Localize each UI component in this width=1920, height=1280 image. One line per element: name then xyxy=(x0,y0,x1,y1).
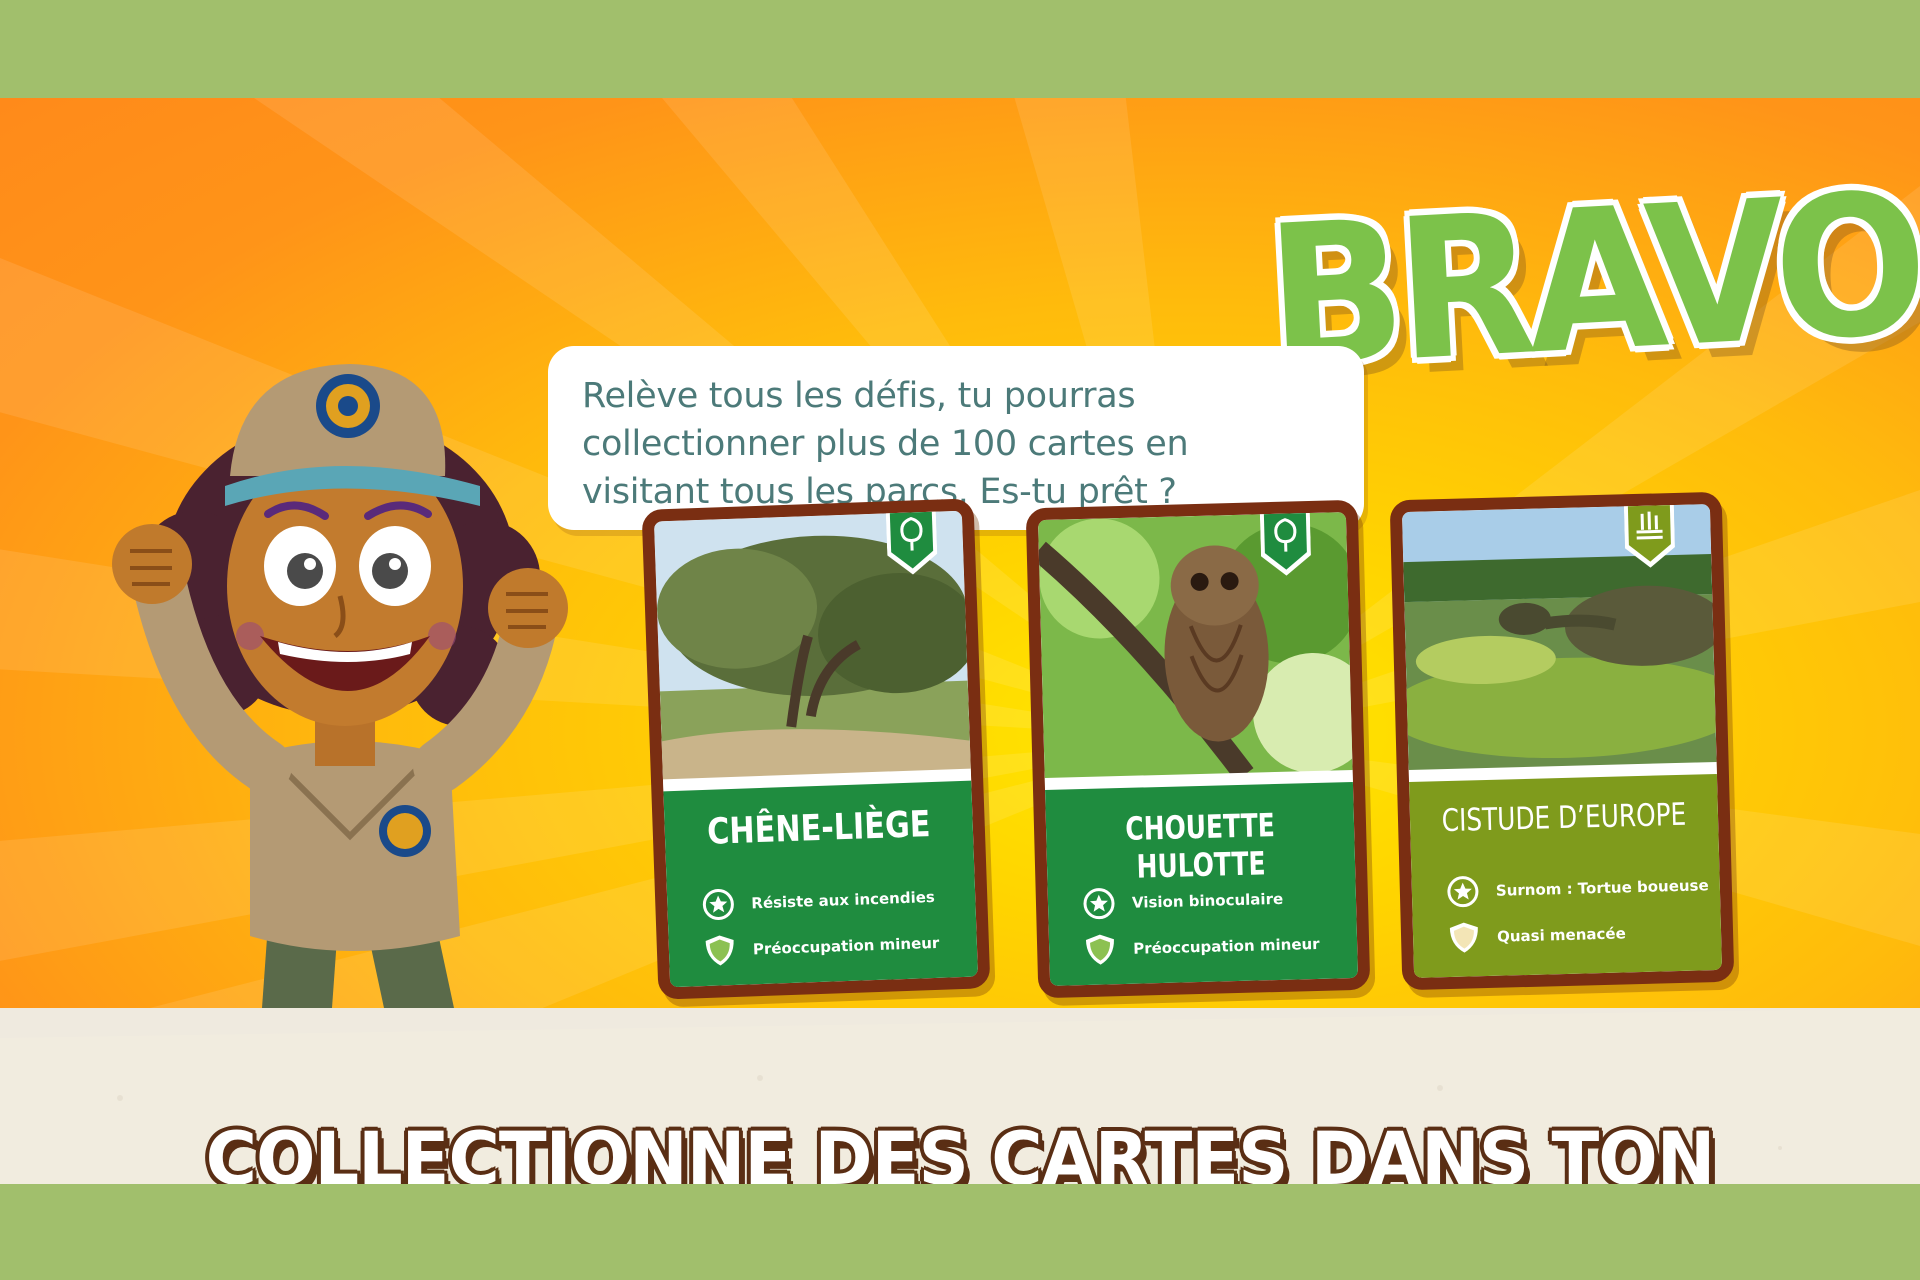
tree-badge-icon xyxy=(1259,508,1311,576)
sunburst-background: BRAVO ! Relève tous les défis, tu pourra… xyxy=(0,98,1920,1028)
card-info: CHOUETTE HULOTTE Vision binoculaire Préo… xyxy=(1045,781,1359,986)
card-trait: Résiste aux incendies xyxy=(695,877,966,924)
collection-card-chouette-hulotte[interactable]: CHOUETTE HULOTTE Vision binoculaire Préo… xyxy=(1025,499,1371,999)
star-icon xyxy=(702,889,734,921)
shield-icon xyxy=(1449,922,1478,953)
shield-icon xyxy=(705,935,734,966)
star-icon xyxy=(1083,888,1115,920)
card-title: CHÊNE-LIÈGE xyxy=(706,804,932,853)
tree-badge-icon xyxy=(885,507,938,575)
card-title: CISTUDE D’EUROPE xyxy=(1441,796,1687,840)
card-info: CHÊNE-LIÈGE Résiste aux incendies Préocc… xyxy=(663,780,979,988)
speech-text: Relève tous les défis, tu pourras collec… xyxy=(582,376,1189,512)
ranger-character xyxy=(112,364,568,1028)
shield-icon xyxy=(1085,934,1114,965)
card-status: Quasi menacée xyxy=(1441,912,1712,957)
inventory-banner: COLLECTIONNE DES CARTES DANS TON INVENTA… xyxy=(205,1115,1716,1184)
card-info: CISTUDE D’EUROPE Surnom : Tortue boueuse… xyxy=(1409,773,1723,978)
collection-card-chene-liege[interactable]: CHÊNE-LIÈGE Résiste aux incendies Préocc… xyxy=(641,498,991,1000)
star-icon xyxy=(1447,876,1479,908)
game-screen: BRAVO ! Relève tous les défis, tu pourra… xyxy=(0,98,1920,1184)
card-title: CHOUETTE HULOTTE xyxy=(1124,806,1276,886)
card-status: Préoccupation mineur xyxy=(696,923,967,970)
collection-card-cistude-europe[interactable]: CISTUDE D’EUROPE Surnom : Tortue boueuse… xyxy=(1389,491,1735,991)
wetland-badge-icon xyxy=(1623,500,1675,568)
card-status: Préoccupation mineur xyxy=(1077,924,1348,969)
card-trait: Vision binoculaire xyxy=(1076,878,1347,923)
card-trait: Surnom : Tortue boueuse xyxy=(1439,866,1710,911)
